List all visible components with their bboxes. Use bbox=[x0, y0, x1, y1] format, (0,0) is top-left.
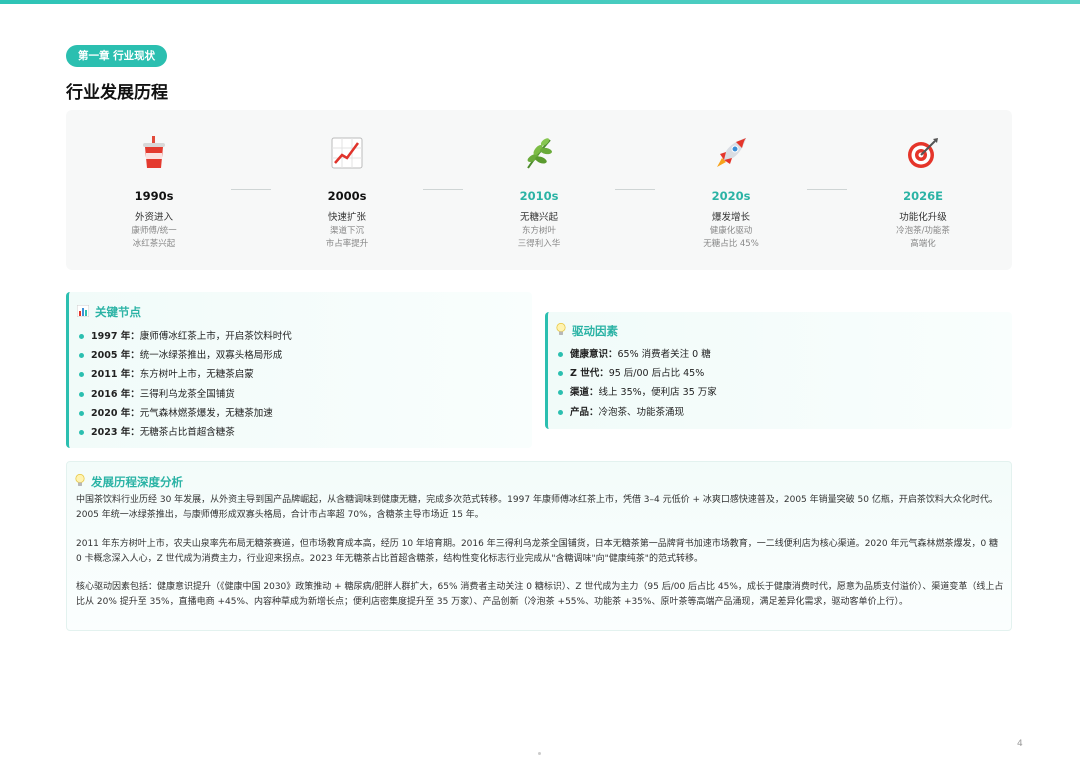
timeline-phase-name: 快速扩张 bbox=[327, 212, 366, 223]
item-text: 65% 消费者关注 0 糖 bbox=[617, 349, 711, 360]
list-item: 2011 年： 东方树叶上市，无糖茶启蒙 bbox=[79, 365, 292, 384]
list-item: 健康意识： 65% 消费者关注 0 糖 bbox=[558, 345, 717, 364]
timeline-desc: 东方树叶 三得利入华 bbox=[459, 225, 619, 251]
list-item: 2023 年： 无糖茶占比首超含糖茶 bbox=[79, 423, 292, 442]
analysis-paragraph-1: 中国茶饮料行业历经 30 年发展，从外资主导到国产品牌崛起，从含糖调味到健康无糖… bbox=[76, 495, 998, 521]
timeline-desc-line: 渠道下沉 bbox=[329, 226, 364, 236]
drivers-title: 驱动因素 bbox=[572, 323, 618, 338]
rocket-icon bbox=[651, 134, 811, 172]
soda-cup-icon bbox=[74, 134, 234, 172]
lightbulb-icon bbox=[75, 472, 85, 491]
timeline-desc-line: 无糖占比 45% bbox=[703, 239, 759, 249]
timeline-year: 2010s bbox=[519, 189, 559, 203]
timeline-year: 2020s bbox=[711, 189, 751, 203]
timeline-year: 1990s bbox=[134, 189, 174, 203]
timeline-connector bbox=[615, 189, 655, 190]
timeline-desc-line: 市占率提升 bbox=[325, 239, 369, 249]
top-accent-bar bbox=[0, 0, 1080, 4]
key-nodes-header: 关键节点 bbox=[76, 302, 141, 321]
timeline-desc: 健康化驱动 无糖占比 45% bbox=[651, 225, 811, 251]
timeline-desc-line: 东方树叶 bbox=[521, 226, 556, 236]
item-label: 2016 年： bbox=[91, 388, 140, 400]
bullet-dot bbox=[79, 391, 84, 397]
bullet-dot bbox=[558, 409, 563, 415]
lightbulb-icon bbox=[556, 321, 566, 340]
footer-dot bbox=[538, 752, 541, 755]
drivers-list: 健康意识： 65% 消费者关注 0 糖 Z 世代： 95 后/00 后占比 45% … bbox=[558, 345, 717, 422]
analysis-title: 发展历程深度分析 bbox=[91, 474, 183, 489]
item-text: 无糖茶占比首超含糖茶 bbox=[139, 426, 235, 438]
item-label: 2023 年： bbox=[91, 426, 140, 438]
timeline-desc: 康师傅/统一 冰红茶兴起 bbox=[74, 225, 234, 251]
drivers-header: 驱动因素 bbox=[556, 321, 618, 340]
target-icon bbox=[843, 134, 1003, 172]
timeline-phase-name: 功能化升级 bbox=[899, 212, 947, 223]
timeline-desc-line: 冷泡茶/功能茶 bbox=[896, 226, 950, 236]
timeline-connector bbox=[423, 189, 463, 190]
timeline-desc-line: 三得利入华 bbox=[517, 239, 561, 249]
key-nodes-title: 关键节点 bbox=[95, 304, 141, 319]
list-item: 2005 年： 统一冰绿茶推出，双寡头格局形成 bbox=[79, 346, 292, 365]
bullet-dot bbox=[79, 410, 84, 416]
analysis-panel: 发展历程深度分析 中国茶饮料行业历经 30 年发展，从外资主导到国产品牌崛起，从… bbox=[66, 461, 1012, 631]
page-number: 4 bbox=[1017, 739, 1023, 749]
bullet-dot bbox=[79, 372, 84, 378]
bullet-dot bbox=[79, 334, 84, 340]
item-label: 产品： bbox=[570, 406, 599, 418]
trend-chart-icon bbox=[267, 134, 427, 172]
chapter-badge: 第一章 行业现状 bbox=[66, 45, 168, 67]
bullet-dot bbox=[558, 371, 563, 377]
item-label: Z 世代： bbox=[570, 368, 609, 380]
list-item: 1997 年： 康师傅冰红茶上市，开启茶饮料时代 bbox=[79, 327, 292, 346]
bar-chart-icon bbox=[76, 302, 90, 321]
analysis-paragraph-2: 2011 年东方树叶上市，农夫山泉率先布局无糖茶赛道，但市场教育成本高，经历 1… bbox=[76, 539, 999, 565]
item-label: 渠道： bbox=[570, 387, 599, 399]
timeline-phase-name: 爆发增长 bbox=[711, 212, 750, 223]
item-label: 2005 年： bbox=[91, 350, 140, 362]
timeline-desc-line: 健康化驱动 bbox=[709, 226, 753, 236]
list-item: 产品： 冷泡茶、功能茶涌现 bbox=[558, 403, 717, 422]
key-nodes-card: 关键节点 1997 年： 康师傅冰红茶上市，开启茶饮料时代 2005 年： 统一冰绿… bbox=[66, 292, 532, 448]
item-text: 95 后/00 后占比 45% bbox=[608, 368, 705, 380]
item-text: 康师傅冰红茶上市，开启茶饮料时代 bbox=[139, 331, 292, 342]
item-text: 线上 35%，便利店 35 万家 bbox=[598, 387, 717, 399]
timeline-phase-name: 外资进入 bbox=[134, 212, 173, 223]
bullet-dot bbox=[558, 352, 563, 358]
timeline-year: 2000s bbox=[327, 189, 367, 203]
item-text: 三得利乌龙茶全国铺货 bbox=[139, 388, 235, 400]
bullet-dot bbox=[79, 353, 84, 359]
timeline-year: 2026E bbox=[903, 189, 943, 203]
timeline-connector bbox=[231, 189, 271, 190]
key-nodes-list: 1997 年： 康师傅冰红茶上市，开启茶饮料时代 2005 年： 统一冰绿茶推出，双… bbox=[79, 327, 292, 442]
drivers-card: 驱动因素 健康意识： 65% 消费者关注 0 糖 Z 世代： 95 后/00 后占比… bbox=[545, 312, 1012, 429]
timeline-desc: 渠道下沉 市占率提升 bbox=[267, 225, 427, 251]
analysis-header: 发展历程深度分析 bbox=[75, 472, 183, 491]
item-label: 健康意识： bbox=[570, 349, 618, 360]
timeline-desc-line: 康师傅/统一 bbox=[131, 226, 177, 236]
item-label: 2020 年： bbox=[91, 407, 140, 419]
bullet-dot bbox=[79, 430, 84, 436]
list-item: 渠道： 线上 35%，便利店 35 万家 bbox=[558, 383, 717, 402]
timeline-desc-line: 高端化 bbox=[910, 239, 936, 249]
item-text: 统一冰绿茶推出，双寡头格局形成 bbox=[139, 350, 283, 362]
item-text: 元气森林燃茶爆发，无糖茶加速 bbox=[139, 407, 273, 419]
list-item: 2020 年： 元气森林燃茶爆发，无糖茶加速 bbox=[79, 404, 292, 423]
timeline-connector bbox=[807, 189, 847, 190]
item-text: 东方树叶上市，无糖茶启蒙 bbox=[139, 369, 254, 381]
list-item: 2016 年： 三得利乌龙茶全国铺货 bbox=[79, 385, 292, 404]
bullet-dot bbox=[558, 390, 563, 396]
timeline-desc-line: 冰红茶兴起 bbox=[132, 239, 176, 249]
herb-leaf-icon bbox=[459, 134, 619, 172]
analysis-paragraph-3: 核心驱动因素包括：健康意识提升（《健康中国 2030》政策推动 + 糖尿病/肥胖… bbox=[76, 582, 1004, 608]
item-text: 冷泡茶、功能茶涌现 bbox=[598, 406, 685, 418]
item-label: 1997 年： bbox=[91, 331, 140, 342]
timeline-panel: 1990s 外资进入 康师傅/统一 冰红茶兴起 2000s 快速扩张 渠道下沉 … bbox=[66, 110, 1012, 270]
item-label: 2011 年： bbox=[91, 369, 140, 381]
page-title: 行业发展历程 bbox=[66, 83, 168, 103]
list-item: Z 世代： 95 后/00 后占比 45% bbox=[558, 364, 717, 383]
timeline-desc: 冷泡茶/功能茶 高端化 bbox=[843, 225, 1003, 251]
timeline-phase-name: 无糖兴起 bbox=[519, 212, 558, 223]
